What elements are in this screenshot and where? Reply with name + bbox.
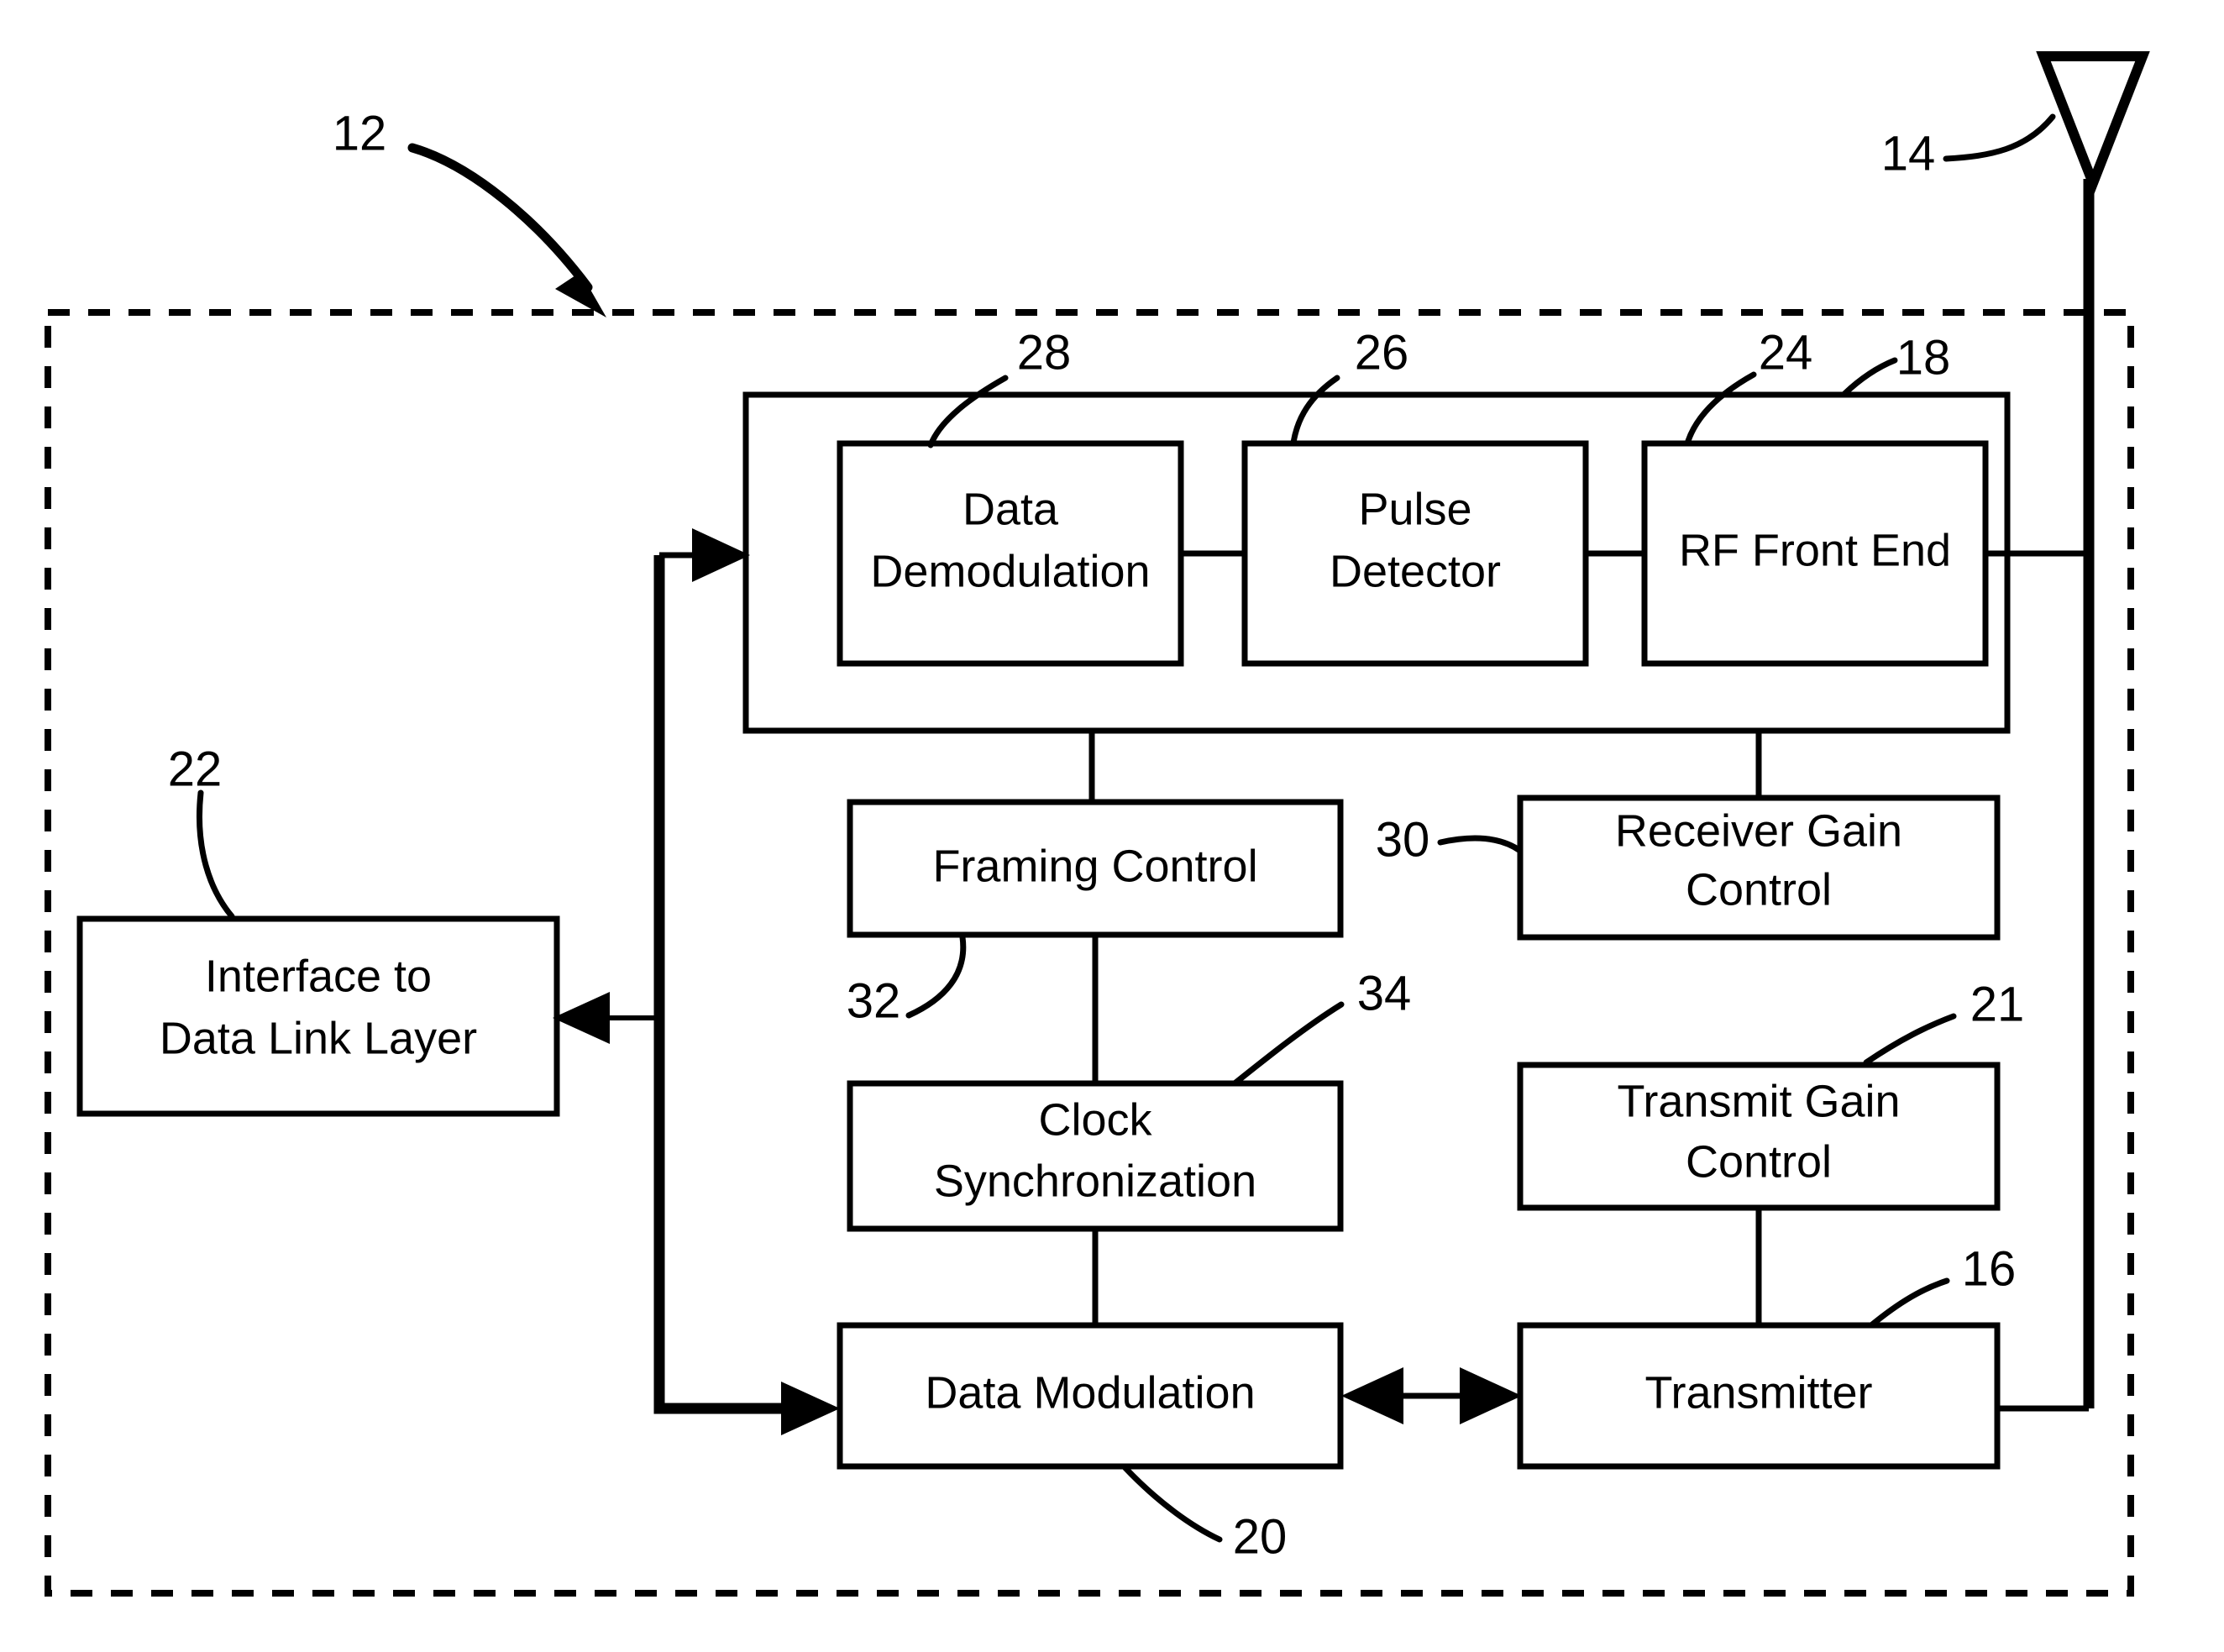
antenna-icon [2036, 51, 2150, 315]
wire-bus-to-modulation-arrowhead [781, 1382, 840, 1435]
block-transmitter-label-line1: Transmitter [1644, 1367, 1872, 1418]
block-receiver-gain-control-label-line2: Control [1686, 864, 1832, 915]
ref-num-system: 12 [333, 106, 387, 160]
block-data-demodulation-label-line1: Data [963, 484, 1059, 534]
leader-22 [196, 789, 235, 920]
ref-num-transmit-gain-control: 21 [1970, 977, 2025, 1031]
ref-num-receiver-unit: 18 [1896, 330, 1951, 385]
ref-num-antenna: 14 [1881, 126, 1936, 181]
leader-30 [1437, 835, 1524, 854]
leader-26 [1290, 375, 1340, 446]
block-pulse-detector-label-line1: Pulse [1358, 484, 1471, 534]
leader-12 [407, 143, 593, 292]
leader-21 [1863, 1013, 1957, 1066]
block-tx-gain-label-line1: Transmit Gain [1617, 1076, 1900, 1126]
leader-24 [1685, 371, 1757, 444]
block-pulse-detector-label-line2: Detector [1330, 546, 1501, 596]
ref-num-interface: 22 [168, 742, 223, 796]
block-interface-label-line1: Interface to [205, 951, 432, 1001]
ref-num-clock-sync: 34 [1357, 966, 1412, 1020]
block-clock-sync-label-line2: Synchronization [934, 1156, 1256, 1206]
leader-34 [1231, 1001, 1345, 1087]
leader-20 [1122, 1465, 1223, 1543]
ref-num-rf-front-end: 24 [1759, 325, 1813, 380]
block-interface-label-line2: Data Link Layer [160, 1013, 477, 1063]
ref-num-data-modulation: 20 [1233, 1509, 1288, 1564]
ref-num-transmitter: 16 [1962, 1241, 2017, 1296]
block-framing-control-label-line1: Framing Control [932, 841, 1257, 891]
wire-bus-to-receiver-arrowhead [692, 528, 750, 582]
leader-14 [1943, 113, 2056, 162]
ref-num-receiver-gain-control: 30 [1376, 812, 1430, 867]
wire-bus-to-interface-arrowhead [553, 992, 610, 1044]
ref-num-data-demodulation: 28 [1017, 325, 1072, 380]
block-rf-front-end-label-line1: RF Front End [1679, 525, 1951, 575]
wire-modulation-transmitter-bidirectional [1341, 1367, 1522, 1424]
block-receiver-gain-control-label-line1: Receiver Gain [1615, 805, 1902, 856]
block-tx-gain-label-line2: Control [1686, 1136, 1832, 1187]
leader-28 [927, 375, 1009, 448]
leader-18 [1841, 357, 1898, 397]
figure-canvas: 14 12 18 Data Demodulation 28 Pulse Dete… [0, 0, 2224, 1652]
ref-num-pulse-detector: 26 [1355, 325, 1409, 380]
ref-num-framing-control: 32 [847, 973, 901, 1028]
block-data-demodulation-label-line2: Demodulation [870, 546, 1150, 596]
block-data-modulation-label-line1: Data Modulation [925, 1367, 1255, 1418]
block-diagram: 14 12 18 Data Demodulation 28 Pulse Dete… [45, 51, 2150, 1597]
leader-32 [905, 934, 967, 1019]
leader-16 [1868, 1277, 1950, 1329]
block-clock-sync-label-line1: Clock [1038, 1094, 1152, 1145]
